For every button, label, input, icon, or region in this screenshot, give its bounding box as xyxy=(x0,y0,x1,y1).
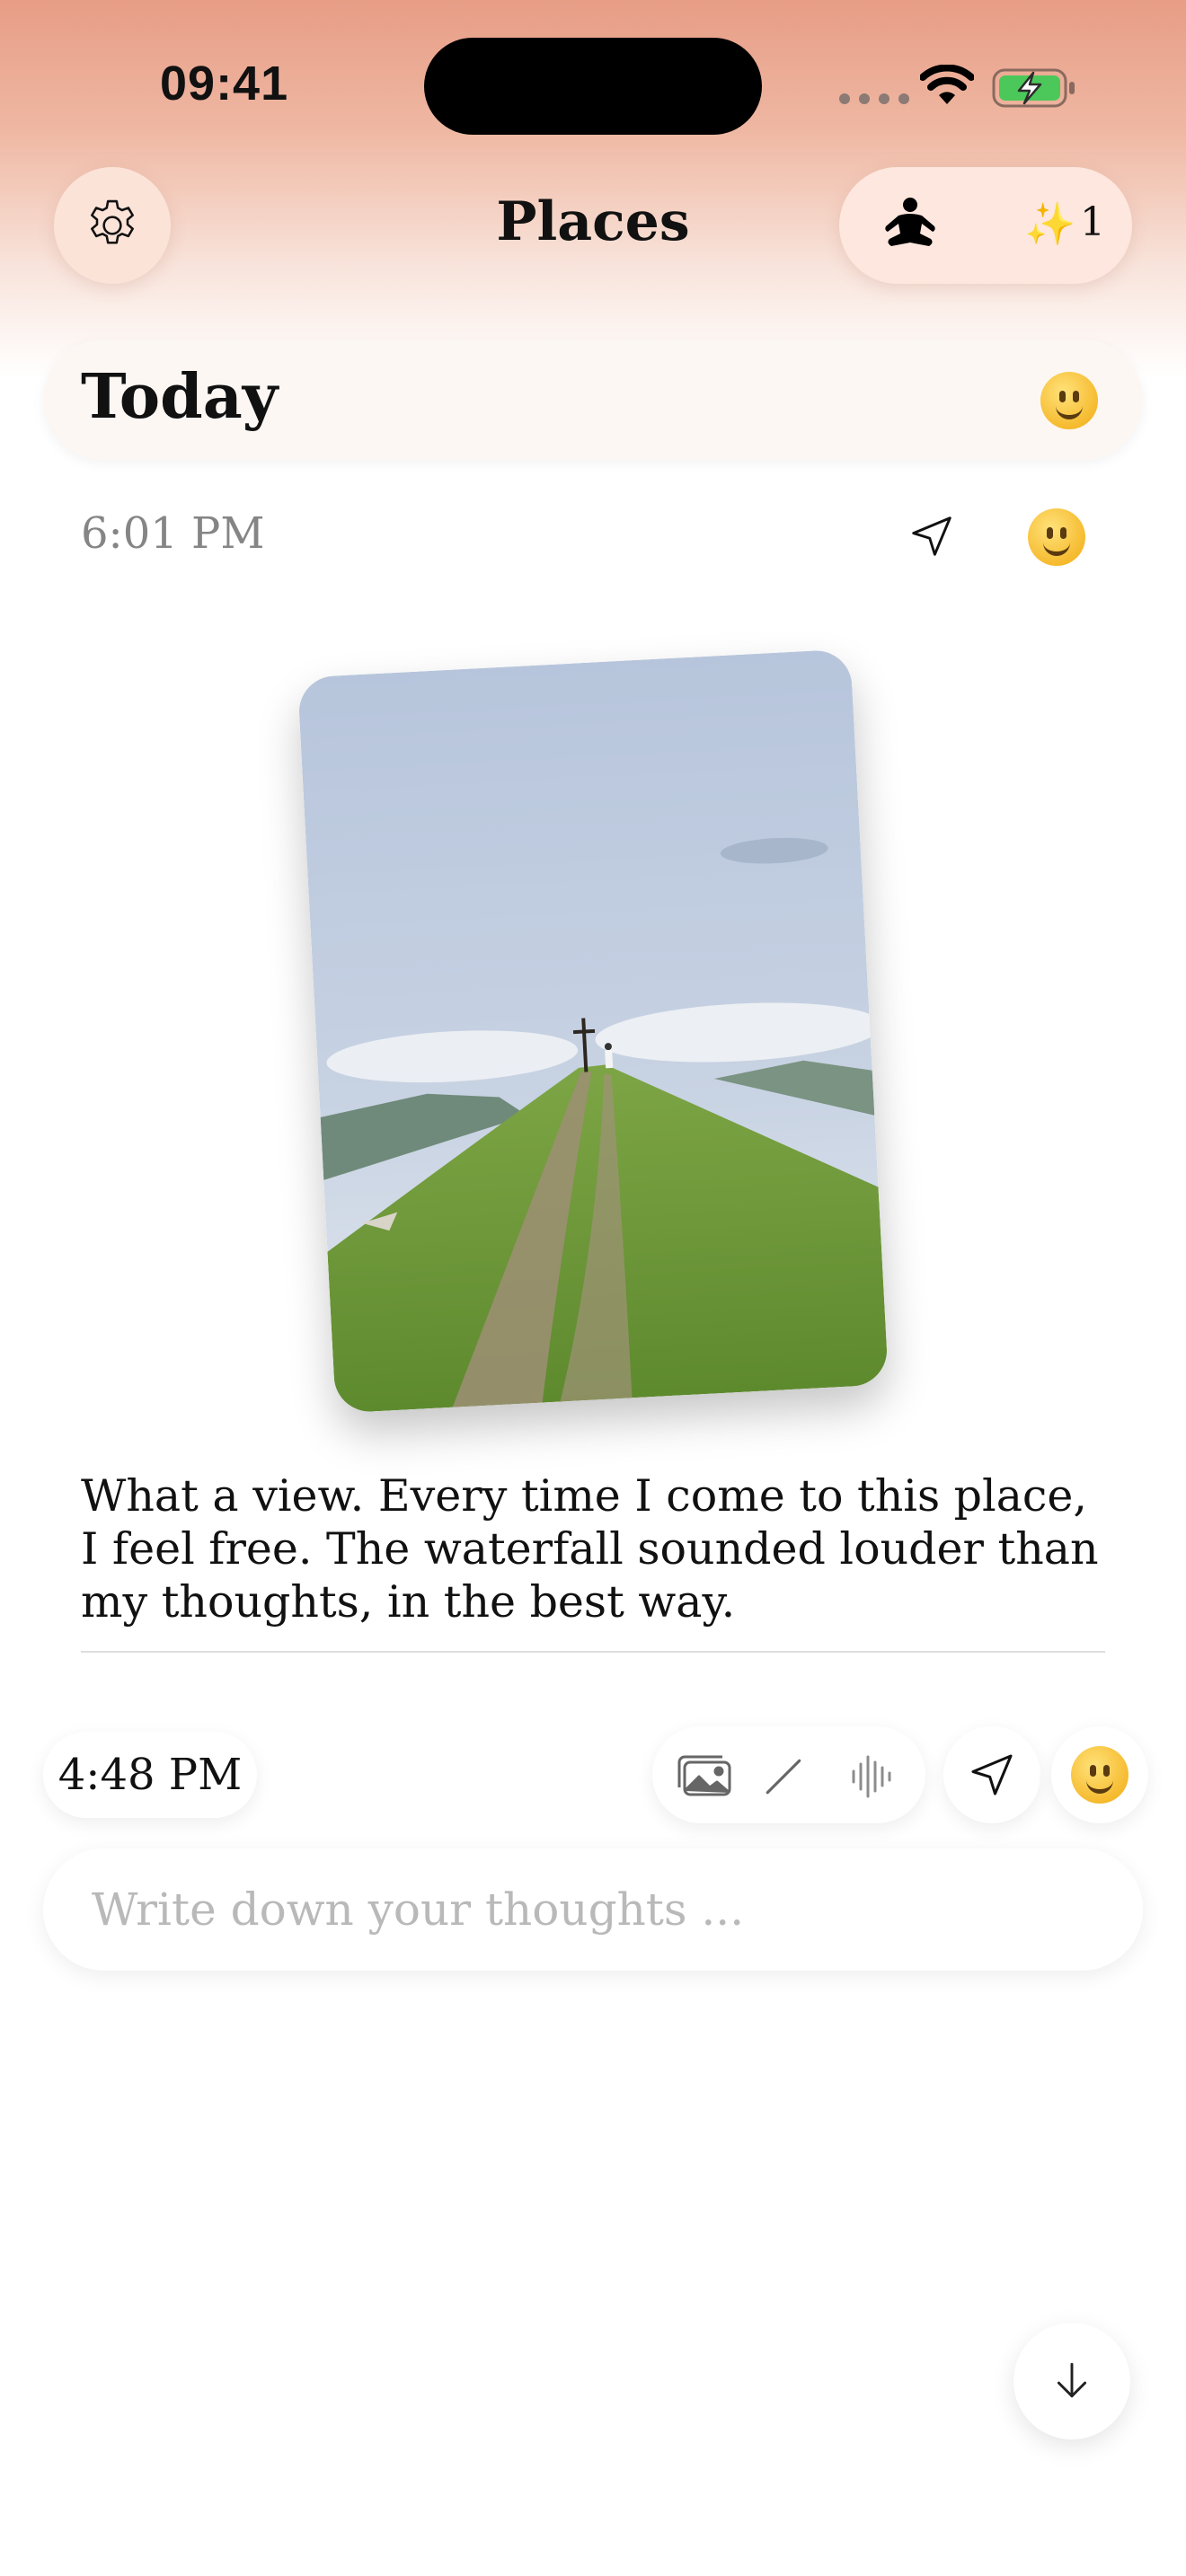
smiley-icon[interactable] xyxy=(1040,372,1098,429)
battery-charging-icon xyxy=(992,68,1075,108)
wifi-icon xyxy=(920,65,974,104)
scroll-down-button[interactable] xyxy=(1013,2323,1130,2439)
thoughts-input[interactable] xyxy=(43,1848,1143,1971)
pencil-icon[interactable] xyxy=(762,1753,807,1798)
sparkle-count: 1 xyxy=(1080,199,1105,245)
divider xyxy=(81,1651,1105,1653)
media-tools xyxy=(652,1726,925,1823)
location-arrow-icon[interactable] xyxy=(907,512,956,560)
waveform-icon[interactable] xyxy=(850,1751,895,1802)
smiley-icon[interactable] xyxy=(1028,508,1085,566)
mountain-summit-photo xyxy=(296,648,890,1414)
smiley-icon xyxy=(1071,1746,1128,1804)
add-location-button[interactable] xyxy=(943,1726,1040,1823)
location-arrow-icon xyxy=(971,1754,1013,1795)
entry-photo[interactable] xyxy=(296,648,890,1414)
entry-text[interactable]: What a view. Every time I come to this p… xyxy=(81,1469,1114,1628)
meditation-icon xyxy=(885,198,935,246)
status-time: 09:41 xyxy=(160,57,289,110)
cellular-signal-icon xyxy=(839,93,909,104)
entry-time: 6:01 PM xyxy=(81,508,265,559)
photo-library-icon[interactable] xyxy=(672,1751,733,1798)
sparkle-icon: ✨ xyxy=(1024,199,1076,248)
mood-button[interactable] xyxy=(1051,1726,1148,1823)
dynamic-island xyxy=(424,38,762,135)
arrow-down-icon xyxy=(1057,2362,1087,2398)
day-header: Today xyxy=(43,340,1143,460)
day-title: Today xyxy=(81,361,279,433)
composer-time[interactable]: 4:48 PM xyxy=(43,1732,257,1818)
meditation-sparkle-pill[interactable]: ✨ 1 xyxy=(839,167,1132,284)
